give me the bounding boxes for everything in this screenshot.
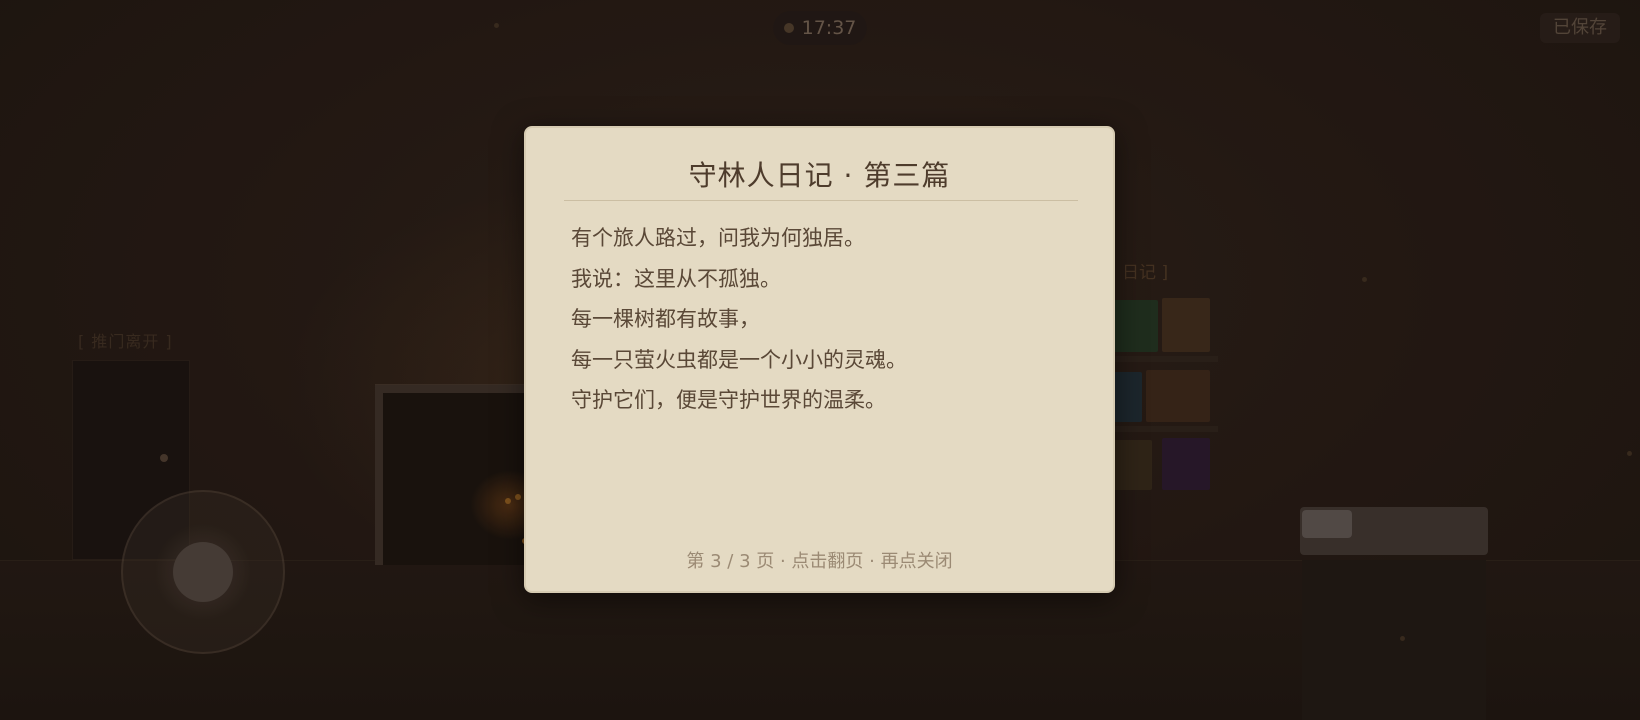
- diary-line: 每一只萤火虫都是一个小小的灵魂。: [571, 347, 907, 372]
- diary-line: 守护它们，便是守护世界的温柔。: [571, 388, 886, 412]
- diary-title: 守林人日记 · 第三篇: [688, 159, 951, 192]
- diary-text: 有个旅人路过，问我为何独居。 我说：这里从不孤独。 每一棵树都有故事， 每一只萤…: [571, 218, 907, 421]
- diary-line: 每一棵树都有故事，: [571, 307, 760, 331]
- diary-line: 我说：这里从不孤独。: [571, 266, 781, 291]
- diary-dialog[interactable]: 守林人日记 · 第三篇 有个旅人路过，问我为何独居。 我说：这里从不孤独。 每一…: [524, 126, 1115, 593]
- diary-line: 有个旅人路过，问我为何独居。: [571, 226, 865, 250]
- title-divider: [564, 200, 1078, 201]
- page-indicator: 第 3 / 3 页 · 点击翻页 · 再点关闭: [686, 551, 953, 572]
